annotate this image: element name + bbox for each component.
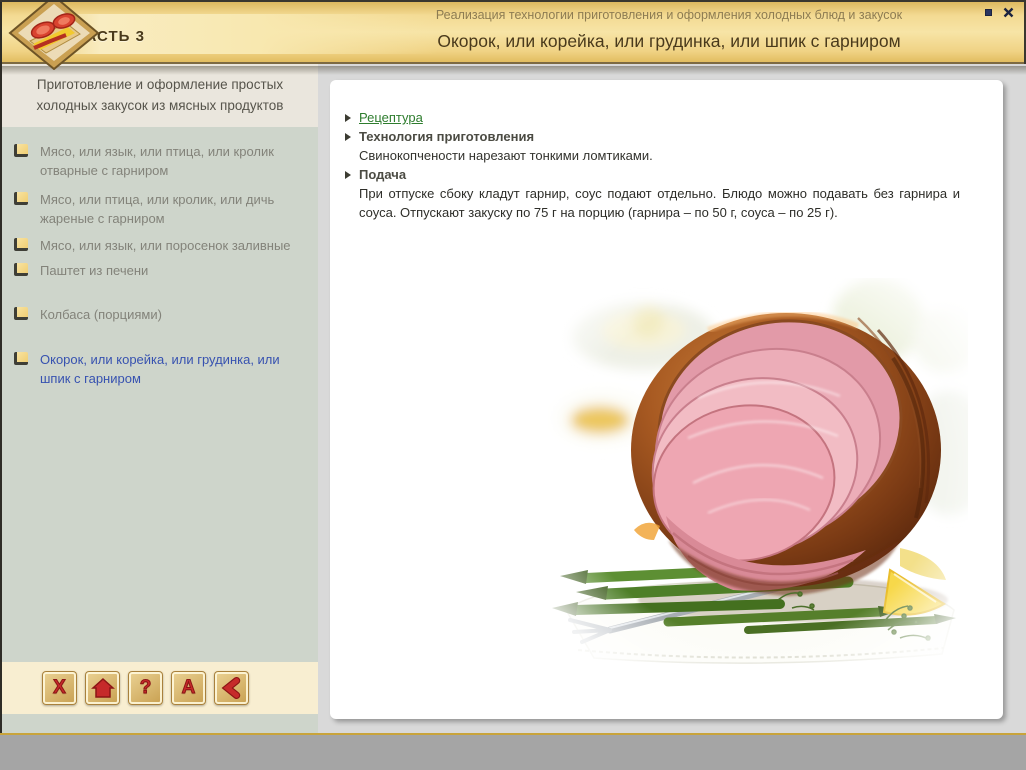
note-icon xyxy=(14,263,28,276)
sidebar-item-ham-garnish[interactable]: Окорок, или корейка, или грудинка, или ш… xyxy=(14,350,310,388)
sidebar-menu: Мясо, или язык, или птица, или кролик от… xyxy=(2,142,318,388)
sidebar-item-boiled-meat[interactable]: Мясо, или язык, или птица, или кролик от… xyxy=(14,142,310,180)
sidebar-item-label: Колбаса (порциями) xyxy=(40,305,294,324)
note-icon xyxy=(14,238,28,251)
x-icon: X xyxy=(53,677,66,699)
serving-text: При отпуске сбоку кладут гарнир, соус по… xyxy=(359,184,960,222)
note-icon xyxy=(14,352,28,365)
window-edge xyxy=(0,0,2,733)
home-button[interactable] xyxy=(85,671,120,705)
sidebar-section-title: Приготовление и оформление простых холод… xyxy=(2,64,318,127)
sidebar-item-liver-pate[interactable]: Паштет из печени xyxy=(14,261,310,280)
close-icon xyxy=(1003,7,1014,18)
technology-heading: Технология приготовления xyxy=(359,127,534,146)
dish-photo xyxy=(548,278,968,668)
minimize-icon xyxy=(985,9,992,16)
sidebar: Приготовление и оформление простых холод… xyxy=(2,64,318,733)
note-icon xyxy=(14,144,28,157)
font-size-button[interactable]: A xyxy=(171,671,206,705)
sidebar-item-label: Мясо, или птица, или кролик, или дичь жа… xyxy=(40,190,294,228)
exit-button[interactable]: X xyxy=(42,671,77,705)
sidebar-item-label: Окорок, или корейка, или грудинка, или ш… xyxy=(40,350,294,388)
note-icon xyxy=(14,192,28,205)
page-title: Окорок, или корейка, или грудинка, или ш… xyxy=(322,31,1016,52)
content-panel: Рецептура Технология приготовления Свино… xyxy=(330,80,1003,719)
sidebar-item-label: Мясо, или язык, или птица, или кролик от… xyxy=(40,142,294,180)
technology-text: Свинокопчености нарезают тонкими ломтика… xyxy=(359,146,963,165)
question-icon: ? xyxy=(140,677,152,699)
sidebar-item-sausage[interactable]: Колбаса (порциями) xyxy=(14,305,310,324)
close-button[interactable] xyxy=(1001,6,1015,18)
sidebar-item-label: Паштет из печени xyxy=(40,261,294,280)
sidebar-item-fried-meat[interactable]: Мясо, или птица, или кролик, или дичь жа… xyxy=(14,190,310,228)
chevron-left-icon xyxy=(221,677,243,699)
home-icon xyxy=(91,676,115,700)
toolbar: X ? A xyxy=(2,662,318,714)
footer-bar xyxy=(0,735,1026,770)
triangle-bullet-icon xyxy=(345,114,351,122)
recipe-link[interactable]: Рецептура xyxy=(359,108,423,127)
help-button[interactable]: ? xyxy=(128,671,163,705)
triangle-bullet-icon xyxy=(345,171,351,179)
title-bar: ЧАСТЬ 3 Реализация технологии приготовле… xyxy=(2,2,1024,64)
app-title: Реализация технологии приготовления и оф… xyxy=(322,8,1016,22)
window-controls xyxy=(981,6,1015,18)
application-window: ЧАСТЬ 3 Реализация технологии приготовле… xyxy=(0,0,1026,770)
header-titles: Реализация технологии приготовления и оф… xyxy=(322,8,1016,52)
minimize-button[interactable] xyxy=(981,6,995,18)
note-icon xyxy=(14,307,28,320)
triangle-bullet-icon xyxy=(345,133,351,141)
font-icon: A xyxy=(182,677,196,699)
serving-heading: Подача xyxy=(359,165,406,184)
app-logo-icon xyxy=(4,0,104,70)
sidebar-item-aspic[interactable]: Мясо, или язык, или поросенок заливные xyxy=(14,236,310,255)
sidebar-item-label: Мясо, или язык, или поросенок заливные xyxy=(40,236,294,255)
window-edge xyxy=(0,0,1026,2)
back-button[interactable] xyxy=(214,671,249,705)
